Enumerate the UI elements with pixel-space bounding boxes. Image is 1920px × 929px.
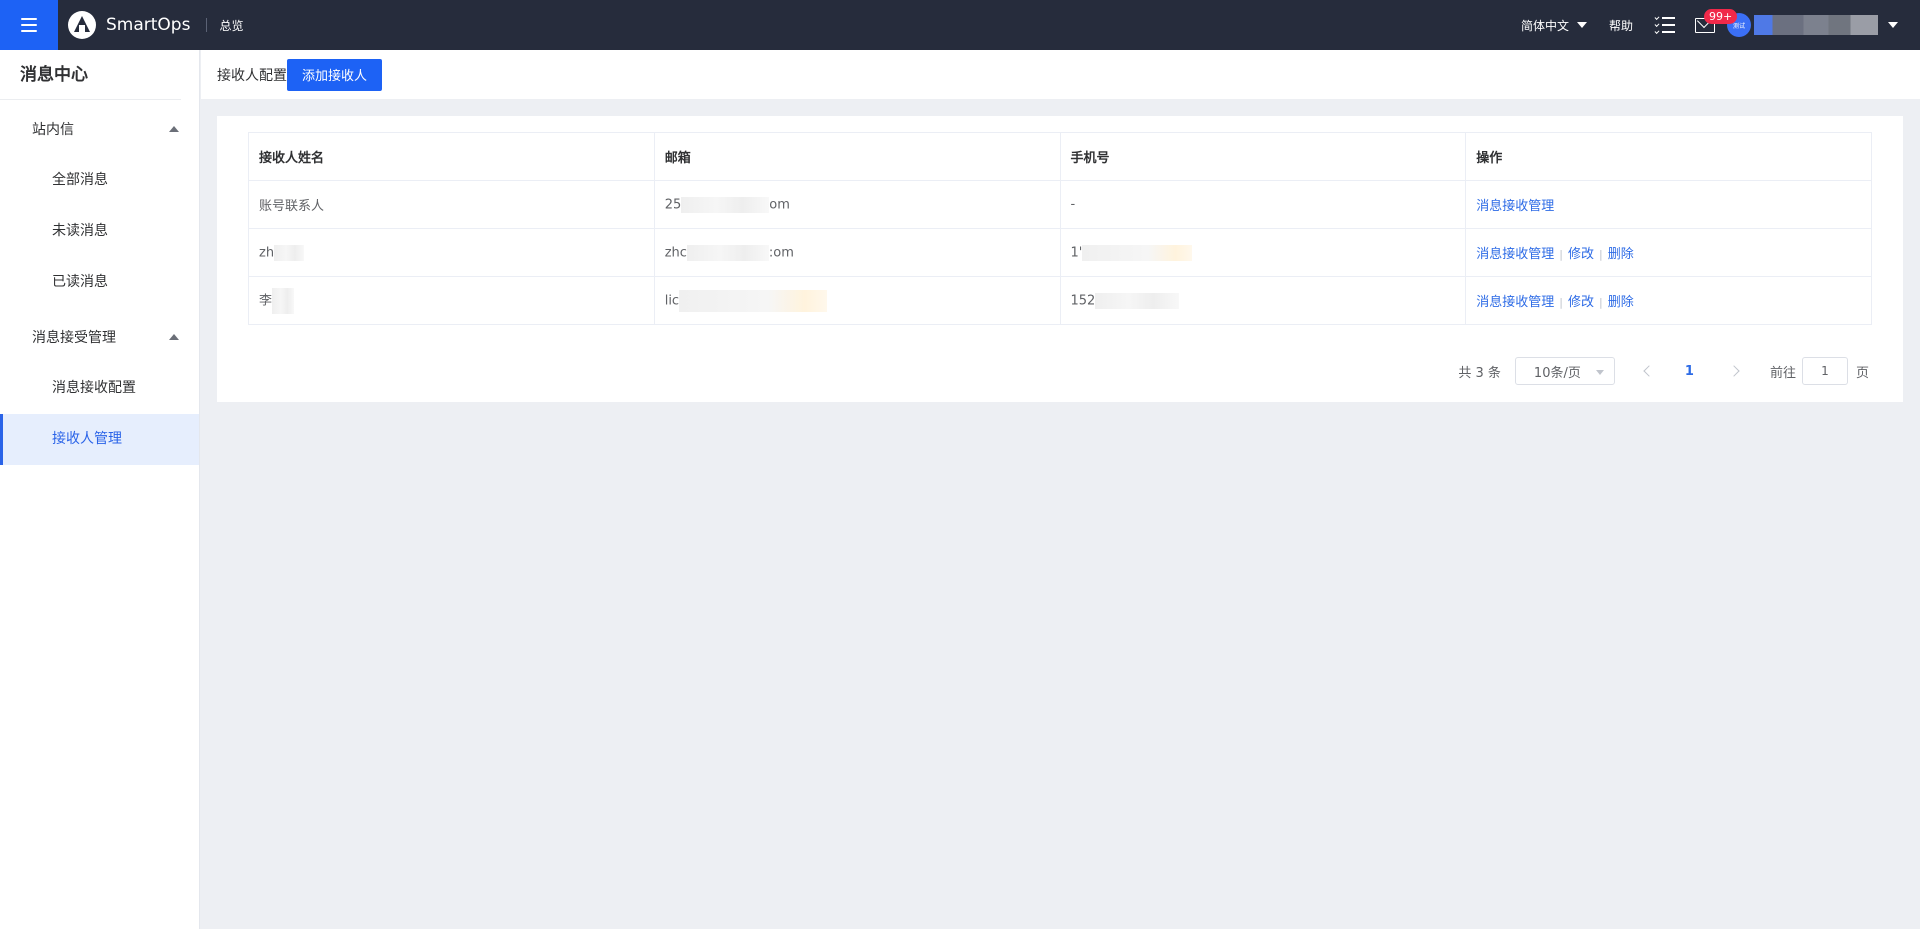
action-separator: | bbox=[1559, 248, 1564, 261]
menu-icon[interactable] bbox=[0, 0, 58, 50]
cell-phone: 152 bbox=[1059, 276, 1467, 325]
column-header-phone: 手机号 bbox=[1059, 132, 1467, 181]
total-count: 共 3 条 bbox=[1458, 365, 1501, 381]
language-label: 简体中文 bbox=[1520, 18, 1569, 33]
header-actions: 简体中文 帮助 99+ 测试 bbox=[1521, 0, 1920, 50]
cell-name: 李 bbox=[248, 276, 655, 325]
username-redacted[interactable] bbox=[1754, 15, 1878, 35]
language-selector[interactable]: 简体中文 bbox=[1521, 17, 1587, 34]
sidebar-group-label: 消息接受管理 bbox=[32, 330, 116, 346]
redacted-text bbox=[274, 244, 305, 261]
message-receive-management-link[interactable]: 消息接收管理 bbox=[1476, 199, 1554, 214]
pagination: 共 3 条 10条/页 1 前往 页 bbox=[1458, 357, 1869, 385]
nav-overview-link[interactable]: 总览 bbox=[219, 17, 243, 34]
sidebar-item-unread-messages[interactable]: 未读消息 bbox=[0, 206, 199, 257]
sidebar-item-all-messages[interactable]: 全部消息 bbox=[0, 155, 199, 206]
mail-badge: 99+ bbox=[1704, 8, 1738, 24]
goto-page-input[interactable] bbox=[1801, 357, 1848, 385]
message-receive-management-link[interactable]: 消息接收管理 bbox=[1476, 295, 1554, 310]
cell-actions: 消息接收管理 bbox=[1465, 180, 1872, 229]
recipients-card: 接收人姓名 邮箱 手机号 操作 账号联系人 25 om - 消息接收管理 zh z… bbox=[217, 116, 1903, 402]
cell-phone: - bbox=[1059, 180, 1467, 229]
page-number-current[interactable]: 1 bbox=[1685, 364, 1694, 379]
chevron-left-icon[interactable] bbox=[1643, 365, 1655, 377]
chevron-up-icon bbox=[169, 334, 179, 340]
redacted-text bbox=[679, 289, 828, 312]
chevron-up-icon bbox=[169, 126, 179, 132]
table-row: 李 lic 152 消息接收管理 | 修改 | 删除 bbox=[248, 276, 1872, 325]
redacted-text bbox=[272, 287, 295, 314]
logo-icon bbox=[68, 11, 96, 39]
chevron-right-icon[interactable] bbox=[1728, 365, 1740, 377]
cell-actions: 消息接收管理 | 修改 | 删除 bbox=[1465, 276, 1872, 325]
help-link[interactable]: 帮助 bbox=[1609, 17, 1633, 34]
table-header-row: 接收人姓名 邮箱 手机号 操作 bbox=[248, 132, 1872, 181]
user-menu-chevron-icon[interactable] bbox=[1888, 22, 1898, 28]
sidebar-item-recipient-management[interactable]: 接收人管理 bbox=[0, 414, 199, 465]
column-header-email: 邮箱 bbox=[653, 132, 1061, 181]
cell-phone: 1' bbox=[1059, 228, 1467, 277]
cell-actions: 消息接收管理 | 修改 | 删除 bbox=[1465, 228, 1872, 277]
column-header-actions: 操作 bbox=[1465, 132, 1872, 181]
sidebar-item-receive-config[interactable]: 消息接收配置 bbox=[0, 363, 199, 414]
page-size-select[interactable]: 10条/页 bbox=[1514, 357, 1615, 385]
tasks-icon[interactable] bbox=[1654, 15, 1675, 34]
cell-email: zhc:om bbox=[653, 228, 1061, 277]
cell-email: lic bbox=[653, 276, 1061, 325]
sidebar-item-read-messages[interactable]: 已读消息 bbox=[0, 257, 199, 308]
header-divider bbox=[206, 18, 208, 32]
sidebar-group-receive-management[interactable]: 消息接受管理 bbox=[0, 311, 199, 363]
cell-email: 25 om bbox=[653, 180, 1061, 229]
table-row: zh zhc:om 1' 消息接收管理 | 修改 | 删除 bbox=[248, 228, 1872, 277]
recipients-table: 接收人姓名 邮箱 手机号 操作 账号联系人 25 om - 消息接收管理 zh z… bbox=[248, 132, 1872, 325]
sidebar-group-label: 站内信 bbox=[32, 122, 74, 138]
cell-name: zh bbox=[248, 228, 655, 277]
edit-link[interactable]: 修改 bbox=[1568, 247, 1594, 262]
redacted-text bbox=[681, 196, 770, 213]
sidebar: 消息中心 站内信 全部消息 未读消息 已读消息 消息接受管理 消息接收配置 接收… bbox=[0, 50, 200, 929]
sidebar-title: 消息中心 bbox=[0, 50, 181, 100]
action-separator: | bbox=[1599, 296, 1603, 309]
add-recipient-button[interactable]: 添加接收人 bbox=[287, 58, 383, 91]
redacted-text bbox=[686, 244, 769, 261]
action-separator: | bbox=[1559, 296, 1564, 309]
delete-link[interactable]: 删除 bbox=[1608, 295, 1634, 310]
top-bar: SmartOps 总览 简体中文 帮助 99+ 测试 bbox=[0, 0, 1920, 50]
app-name: SmartOps bbox=[106, 15, 191, 35]
logo[interactable]: SmartOps bbox=[68, 11, 190, 39]
sidebar-group-inbox[interactable]: 站内信 bbox=[0, 103, 199, 155]
column-header-name: 接收人姓名 bbox=[248, 132, 655, 181]
redacted-text bbox=[1095, 292, 1180, 309]
message-receive-management-link[interactable]: 消息接收管理 bbox=[1476, 247, 1554, 262]
page-header: 接收人配置 添加接收人 bbox=[201, 50, 1920, 99]
action-separator: | bbox=[1599, 248, 1603, 261]
page-title: 接收人配置 bbox=[217, 67, 287, 84]
goto-label: 前往 bbox=[1769, 365, 1796, 381]
edit-link[interactable]: 修改 bbox=[1568, 295, 1594, 310]
chevron-down-icon bbox=[1576, 22, 1587, 28]
page-unit-label: 页 bbox=[1855, 365, 1869, 381]
delete-link[interactable]: 删除 bbox=[1608, 247, 1634, 262]
cell-name: 账号联系人 bbox=[248, 180, 655, 229]
mail-icon[interactable]: 99+ bbox=[1695, 8, 1738, 33]
redacted-text bbox=[1082, 244, 1193, 261]
table-row: 账号联系人 25 om - 消息接收管理 bbox=[248, 180, 1872, 229]
